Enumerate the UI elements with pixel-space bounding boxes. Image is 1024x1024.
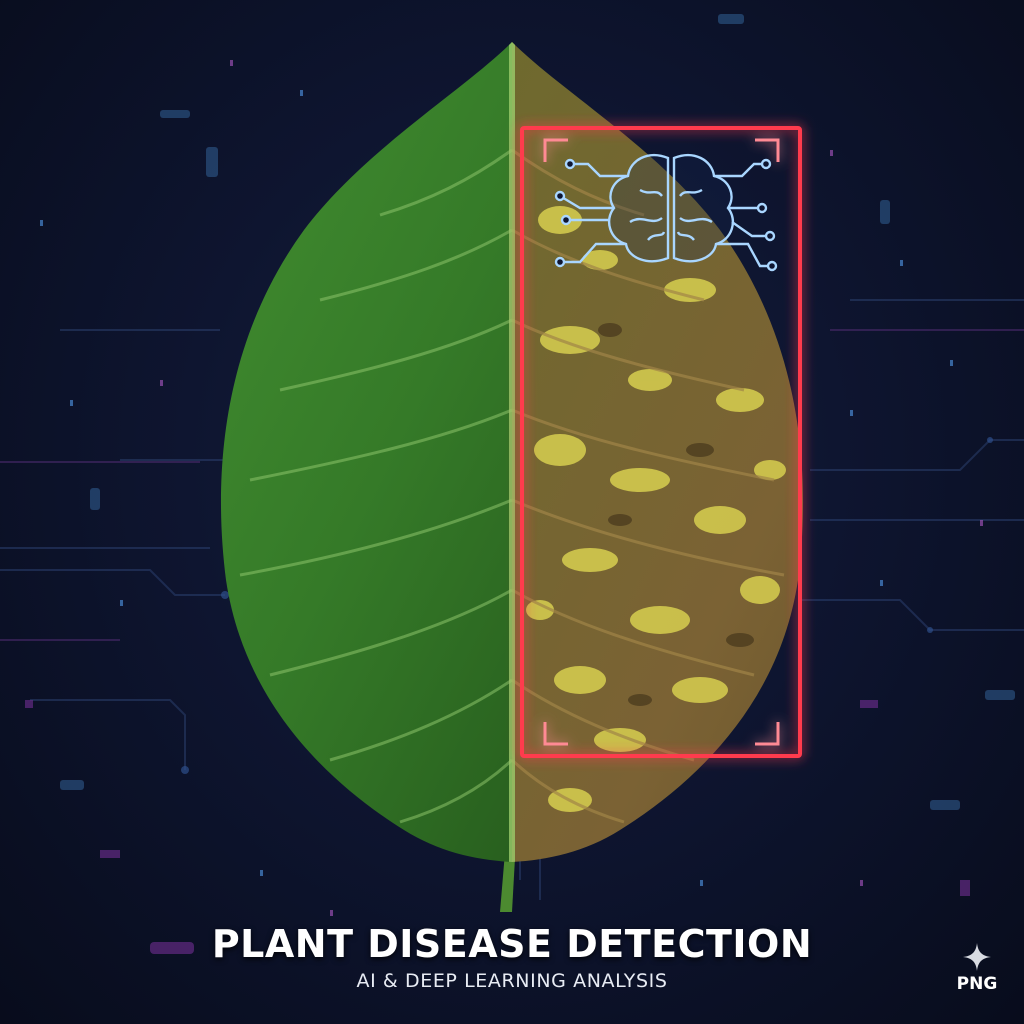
sparkle-icon	[963, 943, 991, 971]
badge-label: PNG	[956, 974, 998, 994]
leaf-scan-illustration	[220, 42, 804, 912]
diseased-leaf-half	[512, 42, 804, 862]
poster-title: PLANT DISEASE DETECTION	[211, 922, 813, 966]
poster: PLANT DISEASE DETECTION AI & DEEP LEARNI…	[0, 0, 1024, 1024]
poster-subtitle: AI & DEEP LEARNING ANALYSIS	[356, 970, 668, 992]
healthy-leaf-half	[220, 42, 512, 862]
png-badge: PNG	[944, 942, 1010, 1008]
